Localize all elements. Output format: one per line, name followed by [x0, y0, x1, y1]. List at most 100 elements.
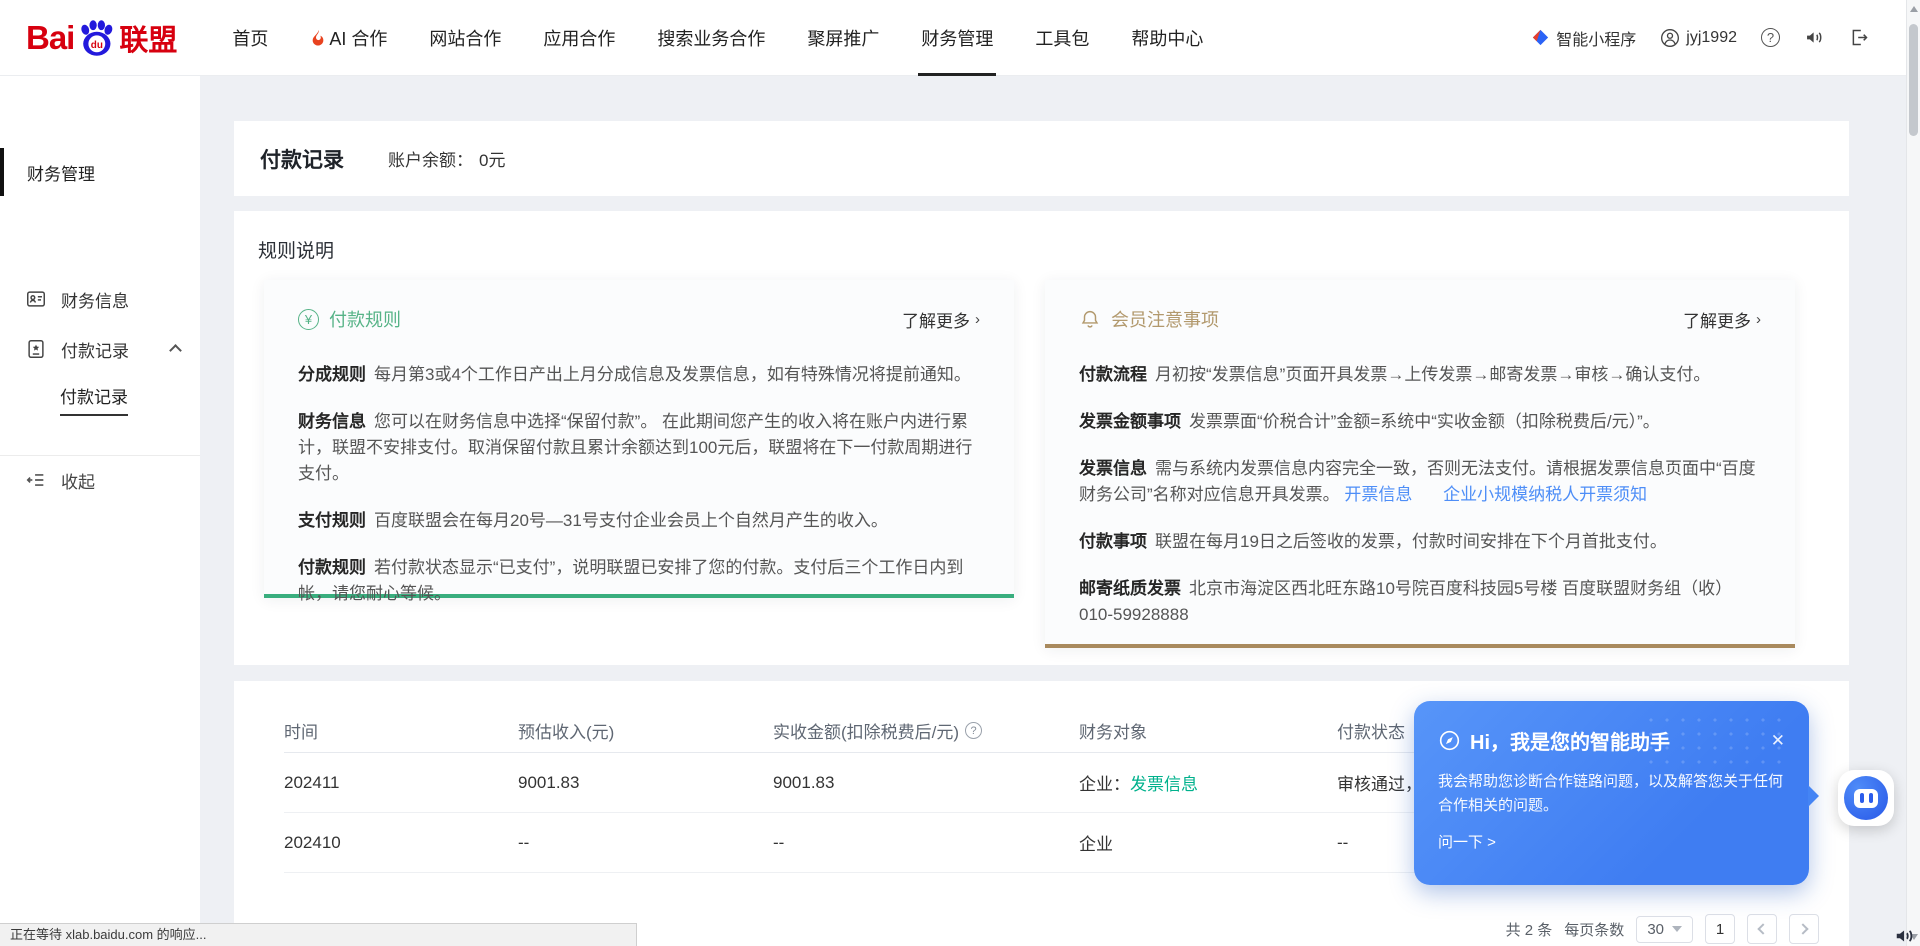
sidebar-collapse-button[interactable]: 收起: [0, 458, 200, 502]
sidebar-title-finance[interactable]: 财务管理: [0, 148, 200, 196]
logout-button[interactable]: [1849, 27, 1870, 48]
nav-item-screen-promo[interactable]: 聚屏推广: [786, 0, 900, 76]
chevron-left-icon: [1757, 923, 1768, 934]
miniprogram-diamond-icon: [1531, 28, 1550, 47]
sidebar-item-finance-info[interactable]: 财务信息: [0, 276, 200, 322]
member-notice-title: 会员注意事项: [1111, 306, 1219, 332]
speaker-icon: [1804, 27, 1825, 48]
assistant-message: 我会帮助您诊断合作链路问题，以及解答您关于任何合作相关的问题。: [1438, 770, 1785, 818]
col-header-time: 时间: [284, 718, 518, 743]
nav-item-search-business[interactable]: 搜索业务合作: [636, 0, 786, 76]
flame-icon: [310, 29, 326, 47]
next-page-button[interactable]: [1789, 914, 1819, 944]
sidebar-subitem-payment-records[interactable]: 付款记录: [60, 376, 128, 422]
browser-status-bar: 正在等待 xlab.baidu.com 的响应...: [0, 923, 637, 946]
payment-rules-card: ¥ 付款规则 了解更多› 分成规则每月第3或4个工作日产出上月分成信息及发票信息…: [264, 280, 1014, 598]
invoice-info-table-link[interactable]: 发票信息: [1130, 775, 1198, 794]
miniprogram-entry[interactable]: 智能小程序: [1531, 26, 1636, 50]
rules-card: 规则说明 ¥ 付款规则 了解更多› 分成规则每月第3或4个工作日产出上月分成信息…: [234, 211, 1849, 665]
help-button[interactable]: ?: [1761, 28, 1780, 47]
cell-time: 202410: [284, 833, 518, 853]
payment-rules-header: ¥ 付款规则 了解更多›: [298, 306, 980, 332]
robot-icon: [1844, 776, 1888, 820]
nav-item-finance[interactable]: 财务管理: [900, 0, 1014, 76]
rule-item: 财务信息您可以在财务信息中选择“保留付款”。 在此期间您产生的收入将在账户内进行…: [298, 409, 980, 487]
cell-target: 企业：发票信息: [1079, 770, 1337, 795]
page-header-card: 付款记录 账户余额： 0元: [234, 121, 1849, 196]
rule-item: 支付规则百度联盟会在每月20号—31号支付企业会员上个自然月产生的收入。: [298, 508, 980, 534]
balance-value: 0元: [479, 151, 505, 170]
chevron-right-icon: [1797, 923, 1808, 934]
screen: Bai du 联盟 首页 AI 合作 网站合作 应用合作 搜索业务: [0, 0, 1920, 946]
vertical-scrollbar[interactable]: [1906, 0, 1920, 946]
account-balance: 账户余额： 0元: [388, 146, 505, 171]
balance-label: 账户余额：: [388, 151, 473, 170]
rules-section-title: 规则说明: [258, 236, 1849, 263]
logout-icon: [1849, 27, 1870, 48]
rule-item: 付款流程月初按“发票信息”页面开具发票→上传发票→邮寄发票→审核→确认支付。: [1079, 362, 1761, 388]
invoice-info-link[interactable]: 开票信息: [1344, 485, 1412, 504]
pagination-total: 共 2 条: [1506, 919, 1553, 940]
cell-estimated: 9001.83: [518, 773, 773, 793]
nav-item-home[interactable]: 首页: [211, 0, 289, 76]
page-title: 付款记录: [260, 144, 344, 174]
cell-estimated: --: [518, 833, 773, 853]
page-number-current[interactable]: 1: [1705, 914, 1735, 944]
nav-item-help-center[interactable]: 帮助中心: [1110, 0, 1224, 76]
nav-item-website[interactable]: 网站合作: [408, 0, 522, 76]
chevron-right-icon: ›: [975, 311, 980, 328]
small-taxpayer-notice-link[interactable]: 企业小规模纳税人开票须知: [1443, 485, 1647, 504]
assistant-popup: Hi，我是您的智能助手 ✕ 我会帮助您诊断合作链路问题，以及解答您关于任何合作相…: [1414, 701, 1809, 885]
baidu-union-logo[interactable]: Bai du 联盟: [26, 17, 177, 59]
baidu-paw-icon: du: [76, 19, 116, 57]
coin-yuan-icon: ¥: [298, 309, 319, 330]
col-header-estimated: 预估收入(元): [518, 718, 773, 743]
user-icon: [1660, 28, 1680, 48]
member-notice-card: 会员注意事项 了解更多› 付款流程月初按“发票信息”页面开具发票→上传发票→邮寄…: [1045, 280, 1795, 648]
assistant-ask-link[interactable]: 问一下 >: [1438, 831, 1785, 852]
pagination: 共 2 条 每页条数 30 1: [1506, 914, 1819, 944]
rule-item: 邮寄纸质发票北京市海淀区西北旺东路10号院百度科技园5号楼 百度联盟财务组（收）…: [1079, 576, 1761, 628]
member-notice-header: 会员注意事项 了解更多›: [1079, 306, 1761, 332]
sidebar-item-payment-records[interactable]: 付款记录: [0, 326, 200, 372]
help-icon: ?: [1761, 28, 1780, 47]
per-page-select[interactable]: 30: [1636, 916, 1693, 943]
payment-rules-more-link[interactable]: 了解更多›: [902, 307, 980, 332]
cell-target: 企业: [1079, 830, 1337, 855]
cell-time: 202411: [284, 773, 518, 793]
logo-text-union: 联盟: [119, 17, 177, 59]
logo-text-bai: Bai: [26, 19, 74, 57]
prev-page-button[interactable]: [1747, 914, 1777, 944]
rule-item: 发票金额事项发票票面“价税合计”金额=系统中“实收金额（扣除税费后/元）”。: [1079, 409, 1761, 435]
corner-speaker-icon: [1893, 925, 1917, 946]
close-icon[interactable]: ✕: [1771, 732, 1785, 749]
member-notice-more-link[interactable]: 了解更多›: [1683, 307, 1761, 332]
chevron-right-icon: ›: [1756, 311, 1761, 328]
rule-cards-row: ¥ 付款规则 了解更多› 分成规则每月第3或4个工作日产出上月分成信息及发票信息…: [258, 280, 1849, 648]
dropdown-caret-icon: [1672, 926, 1682, 932]
payment-rules-title: 付款规则: [329, 306, 401, 332]
announcement-button[interactable]: [1804, 27, 1825, 48]
scroll-up-arrow-icon[interactable]: [1910, 6, 1918, 12]
sidebar-divider: [0, 455, 200, 456]
pagination-per-page-label: 每页条数: [1564, 919, 1624, 940]
chevron-up-icon[interactable]: [169, 344, 182, 357]
info-help-icon[interactable]: ?: [965, 722, 982, 739]
cell-actual: 9001.83: [773, 773, 1079, 793]
nav-item-ai[interactable]: AI 合作: [289, 0, 408, 76]
main-nav: 首页 AI 合作 网站合作 应用合作 搜索业务合作 聚屏推广 财务管理 工具包 …: [211, 0, 1224, 76]
compass-icon: [1438, 729, 1461, 752]
id-card-icon: [25, 288, 47, 310]
assistant-pointer: [1808, 785, 1819, 807]
nav-right: 智能小程序 jyj1992 ?: [1531, 26, 1894, 50]
nav-item-toolkit[interactable]: 工具包: [1014, 0, 1110, 76]
bell-icon: [1079, 308, 1101, 330]
assistant-header: Hi，我是您的智能助手 ✕: [1438, 726, 1785, 755]
nav-item-app[interactable]: 应用合作: [522, 0, 636, 76]
user-account[interactable]: jyj1992: [1660, 28, 1737, 48]
col-header-target: 财务对象: [1079, 718, 1337, 743]
top-nav: Bai du 联盟 首页 AI 合作 网站合作 应用合作 搜索业务: [0, 0, 1920, 76]
rule-item: 分成规则每月第3或4个工作日产出上月分成信息及发票信息，如有特殊情况将提前通知。: [298, 362, 980, 388]
assistant-robot-button[interactable]: [1838, 770, 1894, 826]
scrollbar-thumb[interactable]: [1909, 24, 1918, 136]
